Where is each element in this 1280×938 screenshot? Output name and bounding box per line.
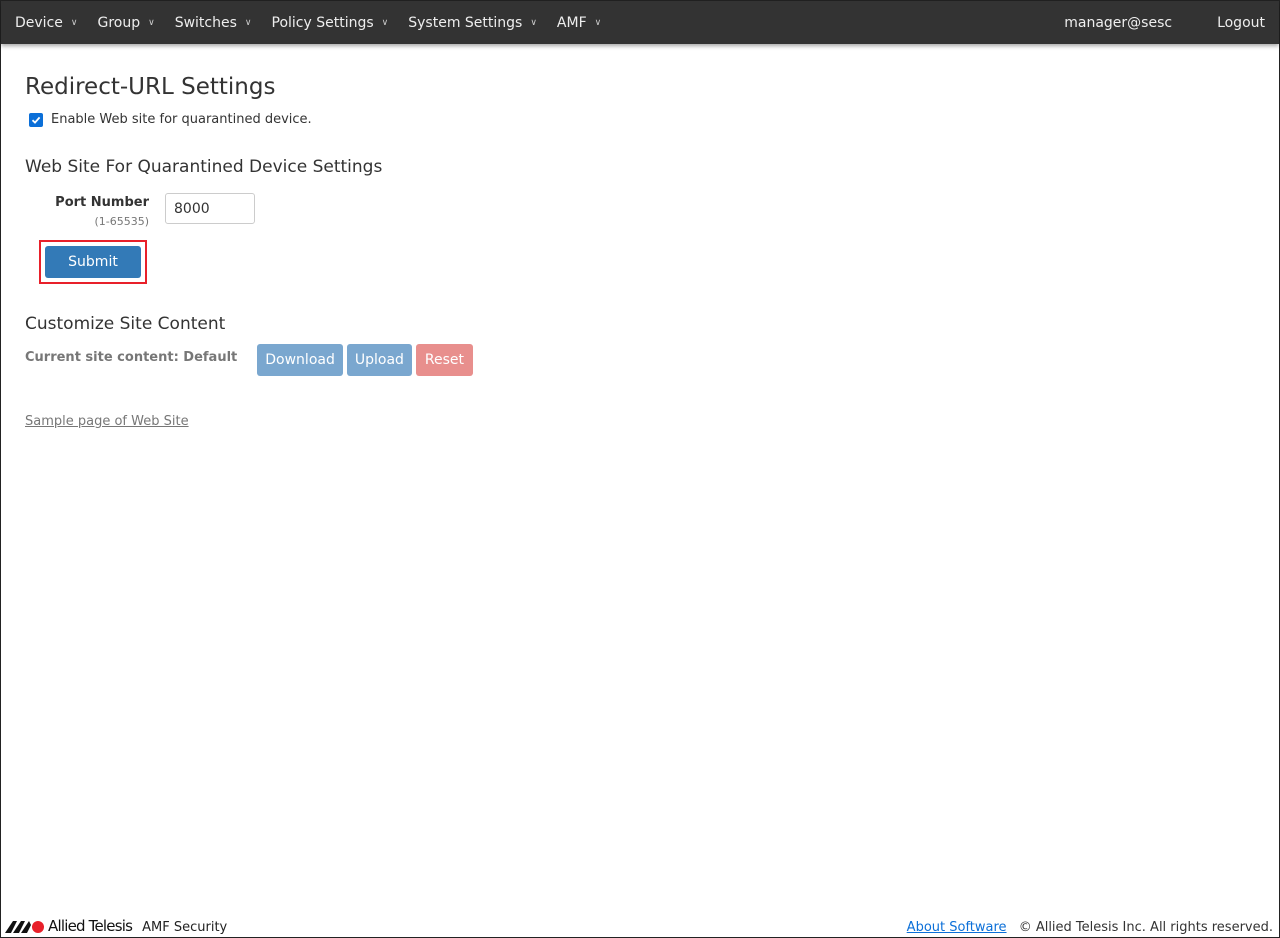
nav-label: System Settings: [408, 14, 523, 31]
nav-policy-settings[interactable]: Policy Settings ∨: [272, 15, 389, 31]
footer: Allied Telesis AMF Security About Softwa…: [5, 917, 1273, 935]
page-title: Redirect-URL Settings: [25, 74, 276, 100]
site-content-row: Current site content: Default Download U…: [25, 344, 1255, 376]
chevron-down-icon: ∨: [70, 17, 78, 28]
nav-label: Switches: [174, 14, 237, 31]
port-number-row: Port Number (1-65535): [25, 193, 1255, 229]
user-name: manager@sesc: [1064, 14, 1173, 31]
chevron-down-icon: ∨: [148, 17, 155, 28]
customize-heading: Customize Site Content: [25, 314, 226, 334]
chevron-down-icon: ∨: [530, 17, 537, 28]
port-number-label: Port Number: [55, 195, 149, 210]
chevron-down-icon: ∨: [594, 17, 602, 28]
allied-telesis-logo: Allied Telesis: [5, 917, 133, 935]
nav-label: Policy Settings: [271, 14, 374, 31]
sample-page-link[interactable]: Sample page of Web Site: [25, 414, 189, 429]
nav-device[interactable]: Device ∨: [15, 15, 77, 31]
download-button[interactable]: Download: [257, 344, 343, 376]
nav-group[interactable]: Group ∨: [97, 15, 154, 31]
current-site-content: Current site content: Default: [25, 349, 238, 365]
enable-website-label: Enable Web site for quarantined device.: [51, 112, 312, 127]
port-number-hint: (1-65535): [94, 215, 149, 228]
enable-website-checkbox-row[interactable]: Enable Web site for quarantined device.: [29, 112, 1255, 127]
chevron-down-icon: ∨: [381, 17, 389, 28]
top-navbar: Device ∨ Group ∨ Switches ∨ Policy Settings…: [1, 1, 1279, 44]
nav-amf[interactable]: AMF ∨: [557, 15, 601, 31]
upload-button[interactable]: Upload: [346, 344, 412, 376]
product-name: AMF Security: [142, 920, 228, 935]
submit-button[interactable]: Submit: [45, 246, 141, 278]
about-software-link[interactable]: About Software: [907, 920, 1007, 935]
reset-button[interactable]: Reset: [415, 344, 474, 376]
nav-label: Device: [15, 14, 63, 31]
web-site-heading: Web Site For Quarantined Device Settings: [25, 157, 383, 177]
checkmark-icon: [31, 116, 41, 124]
nav-label: Group: [97, 14, 141, 31]
port-number-input[interactable]: [165, 193, 255, 224]
nav-system-settings[interactable]: System Settings ∨: [408, 15, 537, 31]
logo-mark-icon: [5, 921, 44, 933]
nav-switches[interactable]: Switches ∨: [175, 15, 252, 31]
nav-label: AMF: [556, 14, 587, 31]
copyright: © Allied Telesis Inc. All rights reserve…: [1018, 920, 1273, 935]
chevron-down-icon: ∨: [244, 17, 252, 28]
submit-highlight: Submit: [39, 240, 147, 284]
enable-website-checkbox[interactable]: [29, 112, 43, 127]
logo-text: Allied Telesis: [48, 917, 133, 935]
main-content: Redirect-URL Settings Enable Web site fo…: [1, 74, 1279, 429]
logout-link[interactable]: Logout: [1217, 15, 1265, 31]
